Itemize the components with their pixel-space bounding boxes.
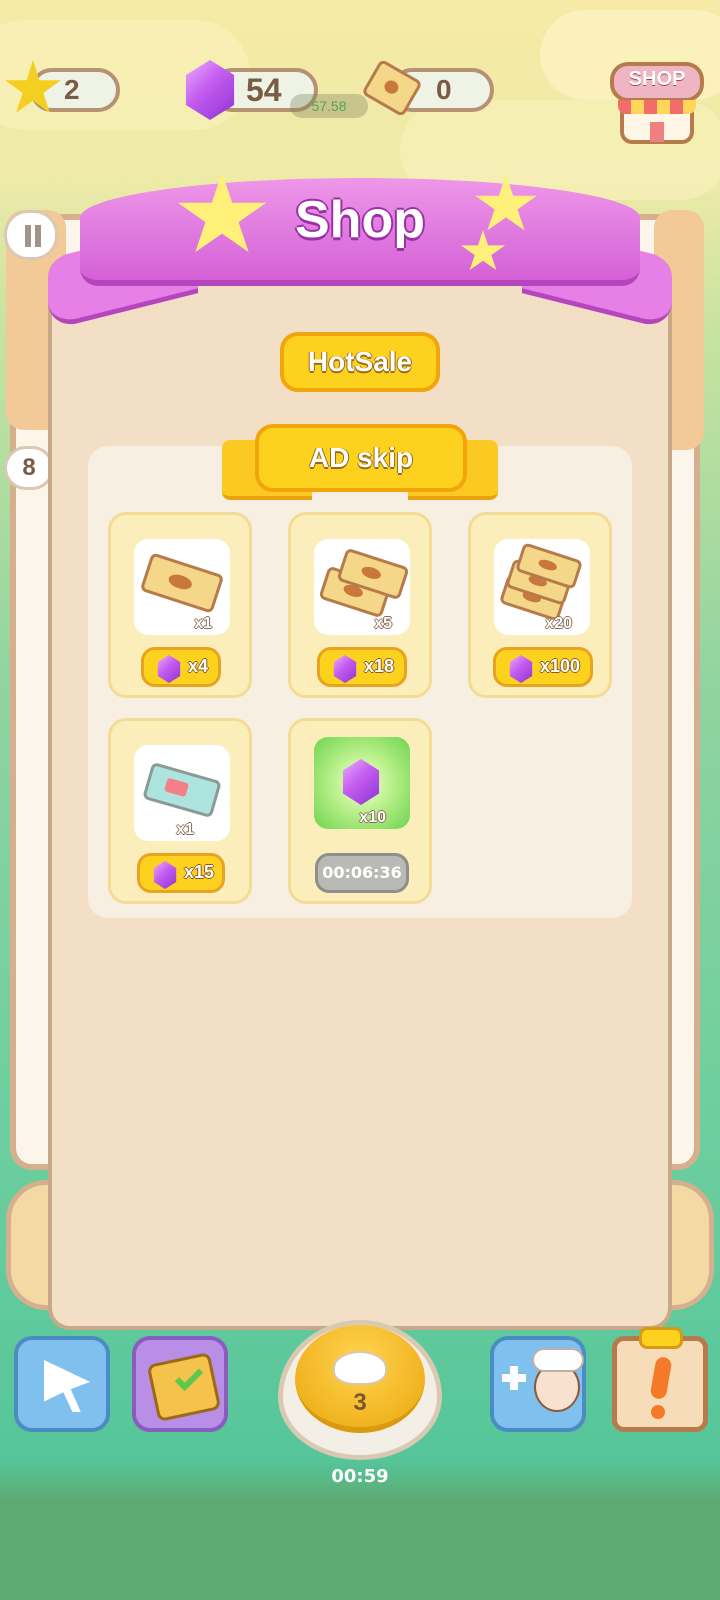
select-button[interactable] [14,1336,110,1432]
shop-button[interactable]: SHOP [610,62,704,146]
shop-item-card[interactable]: x1 x4 [108,512,252,698]
level-badge: 8 [4,446,54,490]
free-gem-icon [342,759,380,805]
item-quantity: x1 [176,821,194,838]
cook-button-face: 3 [295,1325,425,1433]
gems-value: 54 [246,72,282,108]
cursor-icon [44,1360,90,1412]
item-quantity: x10 [359,809,386,826]
blue-ticket-icon [142,761,222,819]
gem-icon [153,861,177,889]
item-image: x10 [314,737,410,829]
recipe-book-button[interactable] [132,1336,228,1432]
pause-icon [25,225,31,247]
gem-icon [157,655,181,683]
item-image: x5 [314,539,410,635]
price-value: x4 [188,656,209,676]
ad-ticket-icon [139,552,225,614]
tickets-value: 0 [436,74,452,105]
cook-button[interactable]: 3 [278,1320,442,1460]
price-value: x100 [540,656,581,676]
item-image: x1 [134,745,230,841]
shop-item-card[interactable]: x5 x18 [288,512,432,698]
shop-item-card[interactable]: x10 00:06:36 [288,718,432,904]
debug-overlay: 57.58 [290,94,368,118]
item-quantity: x20 [545,615,572,632]
item-image: x1 [134,539,230,635]
alert-icon [649,1355,673,1401]
item-quantity: x1 [194,615,212,632]
shop-item-card[interactable]: x1 x15 [108,718,252,904]
item-image: x20 [494,539,590,635]
gem-icon [509,655,533,683]
hire-chef-button[interactable] [490,1336,586,1432]
pause-button[interactable] [4,210,58,260]
shop-button-label: SHOP [628,68,686,90]
item-quantity: x5 [374,615,392,632]
shop-title: Shop [295,191,425,249]
buy-button[interactable]: x18 [317,647,407,687]
buy-button[interactable]: x100 [493,647,593,687]
cook-timer: 00:59 [331,1466,389,1487]
bun-icon [333,1351,387,1385]
cook-count: 3 [353,1389,367,1416]
clipboard-clip [639,1327,683,1349]
price-value: x18 [364,656,395,676]
gem-icon [333,655,357,683]
buy-button[interactable]: x4 [141,647,221,687]
tasks-button[interactable] [612,1327,708,1432]
stars-value: 2 [64,74,80,105]
ad-skip-banner: AD skip [255,424,467,492]
price-value: x15 [184,862,215,882]
buy-button[interactable]: x15 [137,853,225,893]
hotsale-tab[interactable]: HotSale [280,332,440,392]
shop-item-card[interactable]: x20 x100 [468,512,612,698]
cooldown-timer: 00:06:36 [315,853,409,893]
